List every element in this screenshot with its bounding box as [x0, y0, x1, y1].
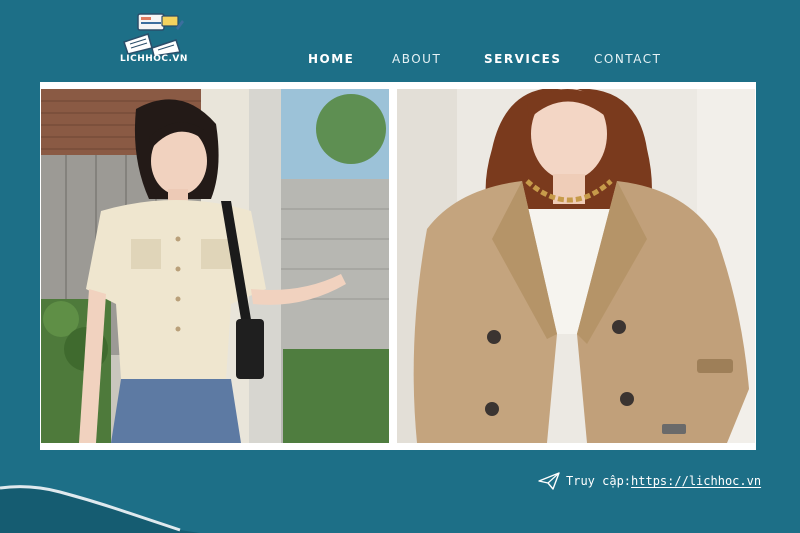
nav-home[interactable]: HOME: [308, 52, 354, 66]
photo-frame: [40, 82, 756, 450]
nav-about[interactable]: ABOUT: [392, 52, 441, 66]
nav-contact[interactable]: CONTACT: [594, 52, 661, 66]
torn-paper-decoration: [0, 485, 200, 533]
photo-cream-knit-cardigan: [41, 89, 389, 443]
nav-services[interactable]: SERVICES: [484, 52, 561, 66]
photo-beige-trench-blazer: [397, 89, 755, 443]
open-book-logo-icon: [123, 13, 184, 57]
logo-text: LICHHOC.VN: [120, 54, 188, 64]
footer-site-link[interactable]: Truy cập: https://lichhoc.vn: [538, 472, 761, 490]
footer-link-url[interactable]: https://lichhoc.vn: [631, 474, 761, 488]
paper-plane-icon: [538, 472, 560, 490]
footer-link-prefix: Truy cập:: [566, 474, 632, 488]
